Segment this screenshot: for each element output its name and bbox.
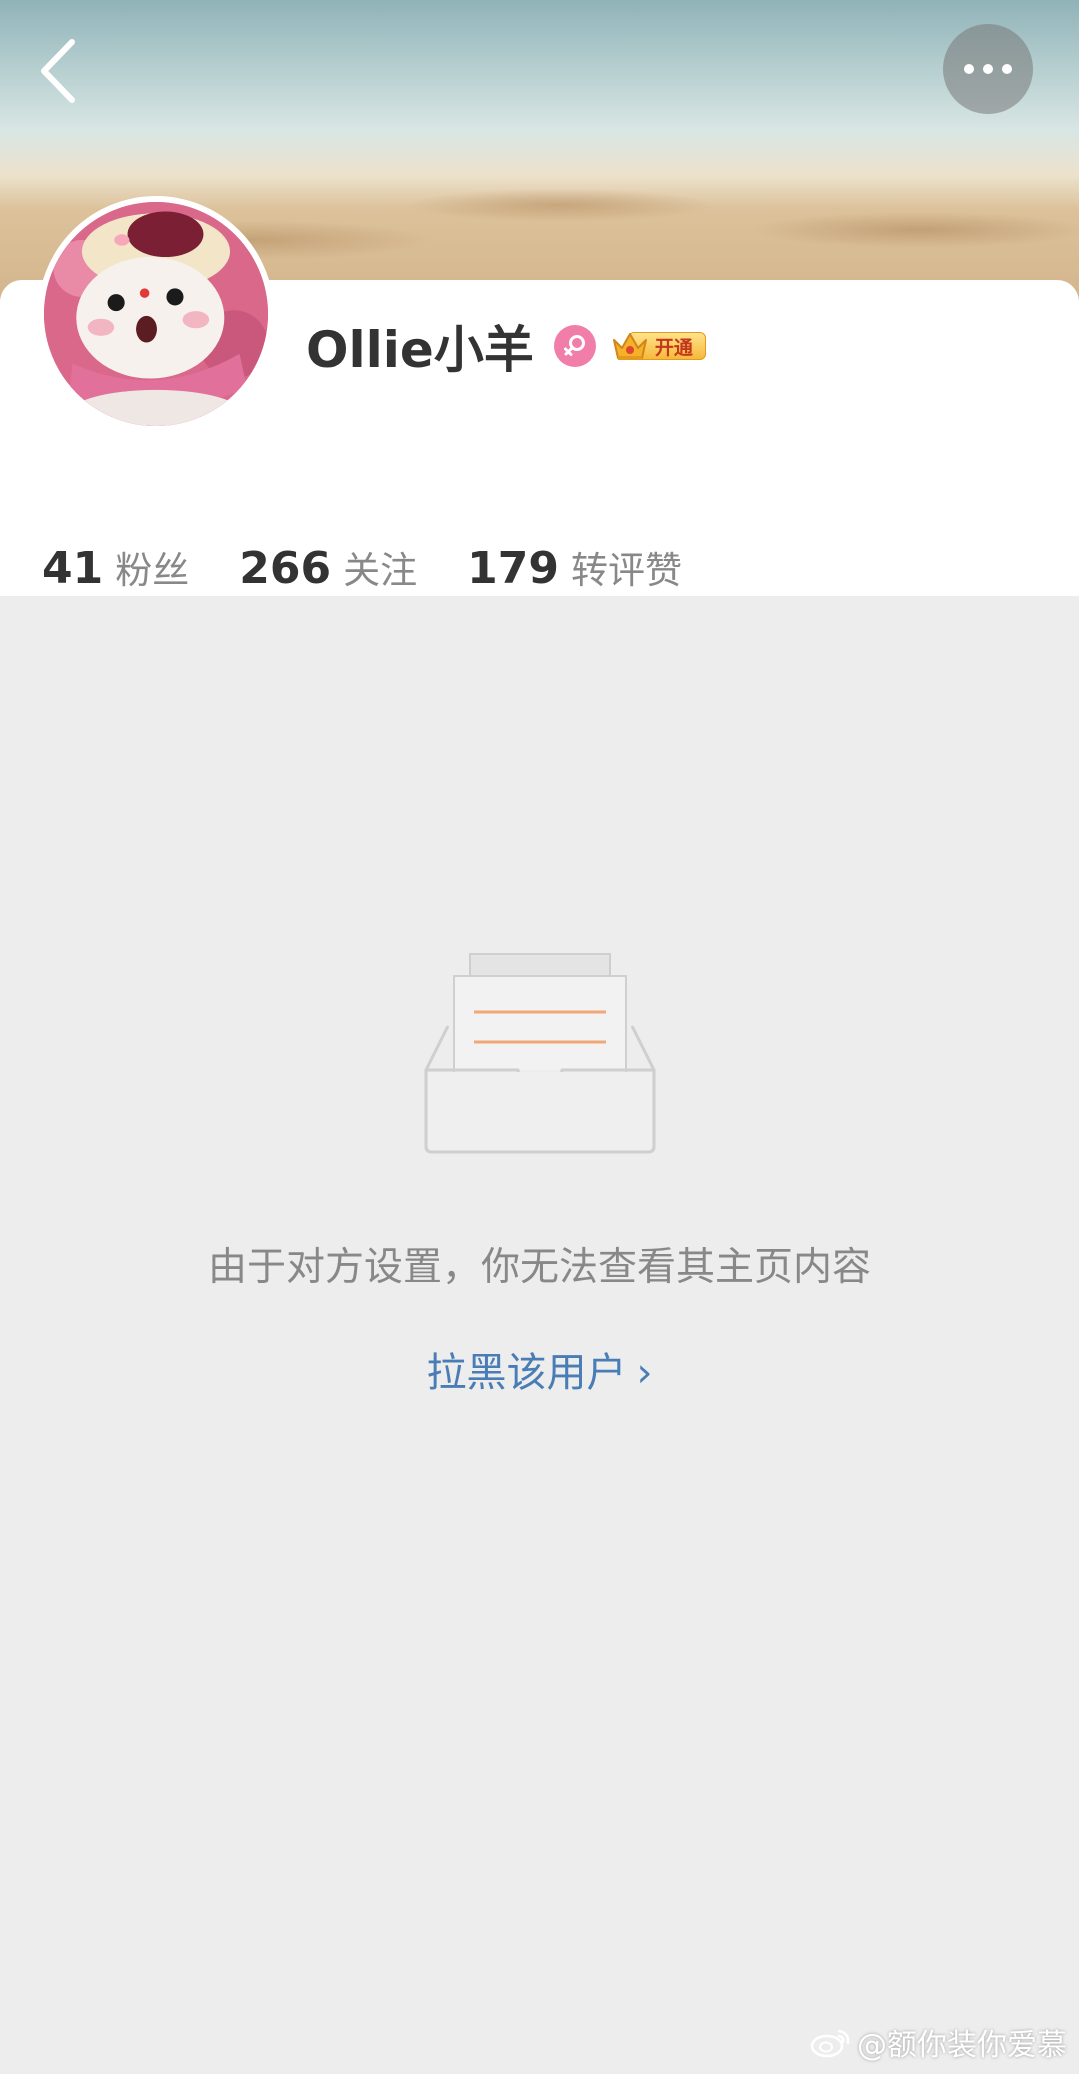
crown-icon	[612, 333, 647, 360]
avatar-image	[44, 202, 268, 426]
username: Ollie小羊	[306, 321, 534, 379]
block-user-label: 拉黑该用户	[426, 1350, 627, 1396]
female-icon	[553, 325, 596, 367]
empty-state-message: 由于对方设置，你无法查看其主页内容	[207, 1245, 871, 1290]
watermark: @额你装你爱慕	[809, 2020, 1067, 2064]
chevron-right-icon: ›	[636, 1350, 653, 1396]
weibo-logo-icon	[810, 2029, 850, 2058]
stat-following[interactable]: 266 关注	[239, 540, 417, 594]
stat-reposts-comments-likes[interactable]: 179 转评赞	[467, 540, 682, 594]
empty-box-icon	[424, 953, 656, 1154]
profile-stats: 41 粉丝 266 关注 179 转评赞	[42, 540, 732, 594]
more-horizontal-icon	[964, 64, 974, 74]
stat-label: 转评赞	[570, 549, 682, 592]
chevron-left-icon	[41, 39, 75, 103]
block-user-link[interactable]: 拉黑该用户 ›	[0, 1340, 1079, 1398]
stat-followers[interactable]: 41 粉丝	[42, 540, 189, 594]
stat-label: 粉丝	[115, 549, 190, 592]
stat-value: 41	[42, 543, 104, 594]
more-options-button[interactable]	[943, 24, 1033, 114]
back-button[interactable]	[36, 36, 86, 106]
avatar[interactable]	[38, 196, 274, 432]
stat-value: 266	[239, 543, 332, 594]
vip-open-badge[interactable]: 开通	[610, 328, 706, 364]
stat-label: 关注	[343, 549, 418, 592]
stat-value: 179	[467, 543, 559, 594]
watermark-text: @额你装你爱慕	[857, 2028, 1067, 2063]
username-row: Ollie小羊 开通	[306, 316, 706, 379]
